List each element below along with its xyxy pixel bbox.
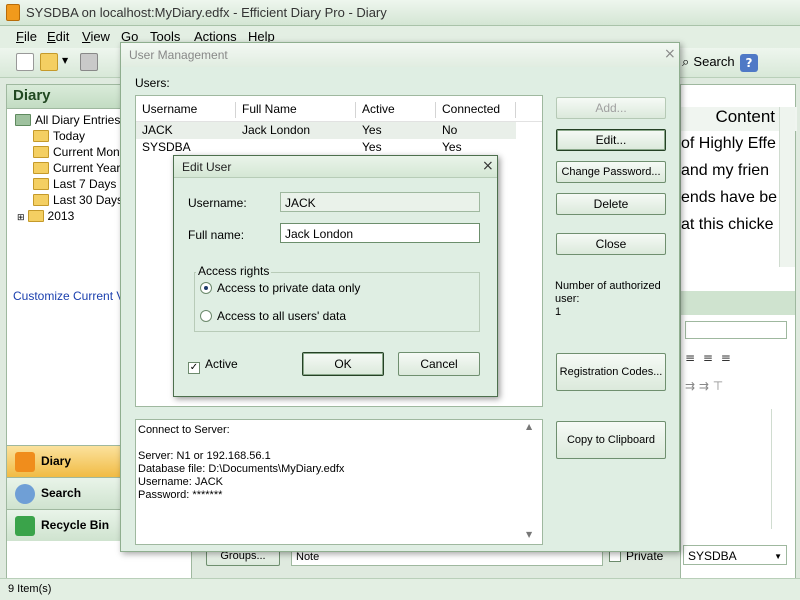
ok-button[interactable]: OK bbox=[302, 352, 384, 376]
delete-user-button[interactable]: Delete bbox=[556, 193, 666, 215]
folder-icon bbox=[33, 146, 49, 158]
text-field[interactable] bbox=[685, 321, 787, 339]
edit-user-button[interactable]: Edit... bbox=[556, 129, 666, 151]
search-icon bbox=[15, 484, 35, 504]
change-password-button[interactable]: Change Password... bbox=[556, 161, 666, 183]
access-rights-label: Access rights bbox=[196, 264, 272, 278]
scroll-up-icon[interactable]: ▲ bbox=[526, 422, 532, 431]
column-header-active[interactable]: Active bbox=[356, 102, 436, 118]
radio-icon bbox=[200, 310, 212, 322]
cell-active: Yes bbox=[362, 123, 382, 137]
column-header-username[interactable]: Username bbox=[136, 102, 236, 118]
cell-username: JACK bbox=[142, 123, 173, 137]
search-icon: ⌕ bbox=[682, 55, 690, 70]
radio-all-users-data[interactable]: Access to all users' data bbox=[200, 309, 346, 323]
folder-icon bbox=[33, 194, 49, 206]
edit-user-dialog: Edit User × Username: JACK Full name: Ja… bbox=[173, 155, 498, 397]
tree-item-all-entries[interactable]: All Diary Entries bbox=[15, 113, 120, 127]
tree-item-last-30-days[interactable]: Last 30 Days bbox=[33, 193, 123, 207]
dialog-titlebar: Edit User × bbox=[174, 156, 497, 178]
fullname-field[interactable]: Jack London bbox=[280, 223, 480, 243]
tree-item-2013[interactable]: ⊞ 2013 bbox=[17, 209, 74, 223]
content-pane: Content of Highly Effe and my frien ends… bbox=[680, 84, 797, 596]
fullname-label: Full name: bbox=[188, 228, 245, 242]
add-user-button[interactable]: Add... bbox=[556, 97, 666, 119]
cell-fullname: Jack London bbox=[242, 123, 311, 137]
cell-connected: No bbox=[442, 123, 458, 137]
cell-active: Yes bbox=[362, 140, 382, 154]
vertical-scrollbar[interactable] bbox=[779, 107, 795, 267]
menu-edit[interactable]: Edit bbox=[47, 29, 69, 44]
close-icon[interactable]: × bbox=[664, 46, 676, 62]
dialog-titlebar: User Management × bbox=[121, 43, 679, 67]
cell-username: SYSDBA bbox=[142, 140, 191, 154]
diary-icon bbox=[15, 114, 31, 126]
username-field: JACK bbox=[280, 192, 480, 212]
cancel-button[interactable]: Cancel bbox=[398, 352, 480, 376]
table-row[interactable]: JACK Jack London Yes No bbox=[136, 122, 516, 139]
menu-file[interactable]: File bbox=[16, 29, 37, 44]
print-icon[interactable] bbox=[80, 53, 98, 71]
column-header-connected[interactable]: Connected bbox=[436, 102, 516, 118]
radio-selected-icon bbox=[200, 282, 212, 294]
status-bar: 9 Item(s) bbox=[0, 578, 800, 600]
folder-icon bbox=[33, 130, 49, 142]
table-row[interactable]: SYSDBA Yes Yes bbox=[136, 139, 516, 156]
content-line: of Highly Effe bbox=[681, 135, 776, 152]
menu-view[interactable]: View bbox=[82, 29, 110, 44]
copy-to-clipboard-button[interactable]: Copy to Clipboard bbox=[556, 421, 666, 459]
chevron-down-icon: ▼ bbox=[774, 552, 782, 561]
app-icon bbox=[6, 4, 20, 21]
username-label: Username: bbox=[188, 196, 247, 210]
search-button[interactable]: ⌕ Search bbox=[682, 54, 735, 70]
connection-info-box[interactable]: Connect to Server: Server: N1 or 192.168… bbox=[135, 419, 543, 545]
content-line: at this chicke bbox=[681, 216, 774, 233]
folder-icon bbox=[33, 162, 49, 174]
active-checkbox[interactable]: ✓ Active bbox=[188, 357, 238, 374]
tree-item-current-month[interactable]: Current Month bbox=[33, 145, 130, 159]
radio-private-data[interactable]: Access to private data only bbox=[200, 281, 360, 295]
scroll-down-icon[interactable]: ▼ bbox=[526, 530, 532, 539]
content-line: ends have be bbox=[681, 189, 777, 206]
authorized-users-count: 1 bbox=[555, 306, 562, 318]
user-select[interactable]: SYSDBA ▼ bbox=[683, 545, 787, 565]
tree-item-today[interactable]: Today bbox=[33, 129, 85, 143]
editor-scrollbar[interactable] bbox=[771, 409, 787, 529]
registration-codes-button[interactable]: Registration Codes... bbox=[556, 353, 666, 391]
cell-connected: Yes bbox=[442, 140, 462, 154]
help-icon[interactable]: ? bbox=[740, 54, 758, 72]
open-folder-icon[interactable] bbox=[40, 53, 58, 71]
users-label: Users: bbox=[135, 76, 170, 90]
folder-icon bbox=[33, 178, 49, 190]
folder-icon bbox=[27, 210, 44, 222]
table-header: Username Full Name Active Connected bbox=[136, 96, 542, 122]
recycle-bin-icon bbox=[15, 516, 35, 536]
status-item-count: 9 Item(s) bbox=[8, 583, 52, 595]
checkmark-icon: ✓ bbox=[188, 362, 200, 374]
connection-info-text: Connect to Server: Server: N1 or 192.168… bbox=[138, 424, 345, 501]
authorized-users-label: Number of authorized user: bbox=[555, 280, 661, 305]
expand-plus-icon[interactable]: ⊞ bbox=[17, 212, 25, 222]
dropdown-arrow-icon[interactable]: ▼ bbox=[62, 56, 68, 65]
content-line: and my frien bbox=[681, 162, 770, 179]
tree-item-last-7-days[interactable]: Last 7 Days bbox=[33, 177, 116, 191]
new-icon[interactable] bbox=[16, 53, 34, 71]
close-icon[interactable]: × bbox=[482, 158, 494, 174]
close-button[interactable]: Close bbox=[556, 233, 666, 255]
diary-icon bbox=[15, 452, 35, 472]
column-header-fullname[interactable]: Full Name bbox=[236, 102, 356, 118]
window-titlebar: SYSDBA on localhost:MyDiary.edfx - Effic… bbox=[0, 0, 800, 26]
panel-header bbox=[681, 291, 795, 315]
align-icons[interactable]: ≡ ≡ ≡ bbox=[685, 351, 733, 365]
window-title: SYSDBA on localhost:MyDiary.edfx - Effic… bbox=[26, 5, 387, 20]
tree-item-current-year[interactable]: Current Year bbox=[33, 161, 120, 175]
indent-icons[interactable]: ⇉ ⇉ ⊤ bbox=[685, 379, 723, 393]
